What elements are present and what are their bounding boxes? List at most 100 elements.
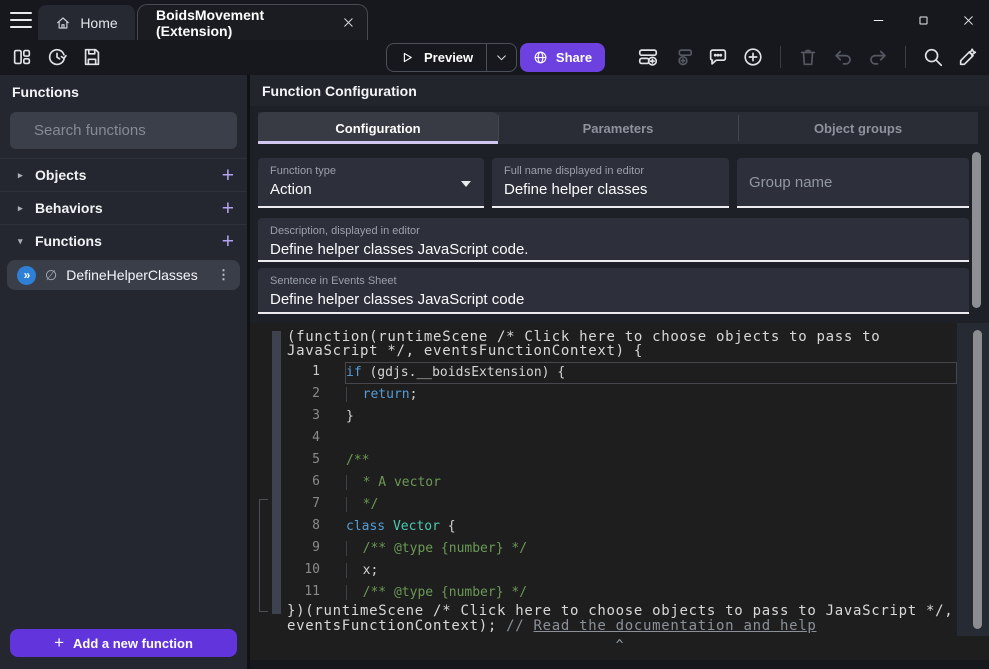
group-name-input[interactable]: [749, 174, 957, 191]
maximize-button[interactable]: [917, 14, 930, 27]
add-sub-event-icon: [672, 46, 694, 68]
search-input[interactable]: [34, 122, 233, 139]
sidebar-section-functions[interactable]: ▾Functions+: [0, 224, 247, 257]
line-content[interactable]: }: [345, 406, 957, 428]
code-editor: (function(runtimeScene /* Click here to …: [250, 323, 989, 660]
line-content[interactable]: x;: [345, 560, 957, 582]
line-content[interactable]: /**: [345, 450, 957, 472]
code-line-2[interactable]: 2 return;: [281, 384, 957, 406]
line-number: 9: [281, 538, 345, 560]
add-comment-icon[interactable]: [707, 46, 729, 68]
share-button[interactable]: Share: [520, 43, 605, 72]
add-function-button[interactable]: + Add a new function: [10, 629, 237, 657]
window-controls: [872, 0, 975, 40]
private-icon: ∅: [45, 267, 57, 284]
event-indent-guide: [259, 499, 268, 612]
sidebar-section-objects[interactable]: ▸Objects +: [0, 158, 247, 191]
sidebar-section-behaviors[interactable]: ▸Behaviors+: [0, 191, 247, 224]
preview-dropdown-button[interactable]: [487, 44, 516, 71]
add-functions-button[interactable]: +: [222, 231, 234, 252]
code-header[interactable]: (function(runtimeScene /* Click here to …: [287, 330, 963, 358]
line-content[interactable]: /** @type {number} */: [345, 538, 957, 560]
indent-guide: [346, 387, 355, 402]
function-type-value: Action: [270, 181, 472, 198]
tab-close-icon[interactable]: [342, 16, 355, 29]
function-type-select[interactable]: Function type Action: [258, 158, 484, 208]
minimize-button[interactable]: [872, 14, 885, 27]
tab-parameters[interactable]: Parameters: [498, 112, 738, 144]
event-drag-handle[interactable]: [272, 331, 281, 614]
code-line-7[interactable]: 7 */: [281, 494, 957, 516]
sidebar-item-definehelperclasses[interactable]: » ∅ DefineHelperClasses ⋮: [7, 260, 240, 290]
line-content[interactable]: [345, 428, 957, 450]
page-title: Function Configuration: [250, 75, 989, 106]
globe-icon: [533, 50, 548, 65]
add-objects-button[interactable]: +: [222, 165, 234, 186]
function-name-label: DefineHelperClasses: [66, 267, 198, 283]
full-name-field[interactable]: Full name displayed in editor Define hel…: [492, 158, 729, 208]
history-icon[interactable]: [46, 46, 68, 68]
hamburger-menu-icon[interactable]: [10, 12, 32, 28]
code-line-1[interactable]: 1if (gdjs.__boidsExtension) {: [281, 362, 957, 384]
sidebar-title: Functions: [0, 75, 247, 108]
code-line-10[interactable]: 10 x;: [281, 560, 957, 582]
redo-icon: [867, 46, 889, 68]
scroll-hint-caret: ^: [250, 638, 989, 653]
add-behaviors-button[interactable]: +: [222, 198, 234, 219]
editor-scrollbar-thumb[interactable]: [973, 330, 982, 629]
section-label: Objects: [35, 167, 86, 183]
function-type-label: Function type: [270, 165, 472, 177]
code-line-5[interactable]: 5/**: [281, 450, 957, 472]
bottom-strip: [250, 660, 989, 669]
tab-configuration[interactable]: Configuration: [258, 112, 498, 144]
code-line-11[interactable]: 11 /** @type {number} */: [281, 582, 957, 604]
code-line-9[interactable]: 9 /** @type {number} */: [281, 538, 957, 560]
edit-extension-icon[interactable]: [957, 46, 979, 68]
toolbar-left-icons: [11, 46, 103, 68]
add-event-icon[interactable]: [637, 46, 659, 68]
line-number: 11: [281, 582, 345, 604]
line-content[interactable]: /** @type {number} */: [345, 582, 957, 604]
line-content[interactable]: return;: [345, 384, 957, 406]
code-footer-comment: //: [506, 618, 533, 634]
close-button[interactable]: [962, 14, 975, 27]
sidebar: Functions ▸Objects+▸Behaviors+▾Functions…: [0, 75, 247, 669]
sentence-field[interactable]: Sentence in Events Sheet Define helper c…: [258, 268, 969, 314]
line-content[interactable]: * A vector: [345, 472, 957, 494]
toolbar-right-icons: [637, 46, 979, 68]
group-name-field[interactable]: [737, 158, 969, 208]
code-line-4[interactable]: 4: [281, 428, 957, 450]
share-button-label: Share: [556, 50, 592, 65]
line-number: 4: [281, 428, 345, 450]
indent-guide: [346, 585, 355, 600]
home-icon: [55, 15, 71, 31]
save-icon[interactable]: [81, 46, 103, 68]
preview-button-group: Preview: [386, 43, 517, 72]
line-content[interactable]: if (gdjs.__boidsExtension) {: [345, 362, 957, 384]
preview-button[interactable]: Preview: [387, 44, 487, 71]
line-number: 10: [281, 560, 345, 582]
documentation-link[interactable]: Read the documentation and help: [533, 618, 816, 634]
kebab-menu-icon[interactable]: ⋮: [217, 267, 230, 283]
line-content[interactable]: */: [345, 494, 957, 516]
sentence-value: Define helper classes JavaScript code: [270, 291, 957, 308]
tab-home[interactable]: Home: [38, 5, 135, 40]
code-line-8[interactable]: 8class Vector {: [281, 516, 957, 538]
panels-icon[interactable]: [11, 46, 33, 68]
description-label: Description, displayed in editor: [270, 225, 957, 237]
tab-object-groups[interactable]: Object groups: [738, 112, 978, 144]
search-icon[interactable]: [922, 46, 944, 68]
code-line-6[interactable]: 6 * A vector: [281, 472, 957, 494]
code-line-3[interactable]: 3}: [281, 406, 957, 428]
sidebar-tree: ▸Objects+▸Behaviors+▾Functions+: [0, 158, 247, 257]
add-circle-icon[interactable]: [742, 46, 764, 68]
panel-scrollbar-thumb[interactable]: [972, 152, 981, 308]
chevron-right-icon[interactable]: ▸: [18, 170, 35, 181]
chevron-down-icon[interactable]: ▾: [18, 236, 35, 247]
chevron-down-icon: [495, 51, 508, 64]
line-content[interactable]: class Vector {: [345, 516, 957, 538]
chevron-right-icon[interactable]: ▸: [18, 203, 35, 214]
line-number: 5: [281, 450, 345, 472]
tab-project[interactable]: BoidsMovement (Extension): [137, 4, 368, 40]
description-field[interactable]: Description, displayed in editor Define …: [258, 218, 969, 262]
